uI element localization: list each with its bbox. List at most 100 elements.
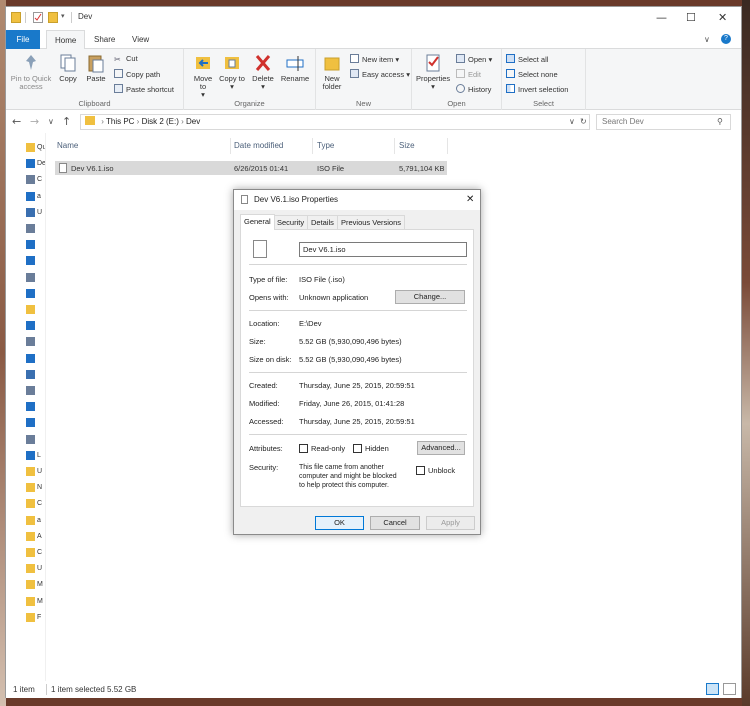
tab-general[interactable]: General bbox=[240, 214, 275, 230]
move-to-button[interactable]: Move to ▾ bbox=[190, 53, 216, 99]
nav-item-icon[interactable] bbox=[26, 305, 35, 314]
nav-item-icon[interactable] bbox=[26, 191, 35, 201]
nav-item-icon[interactable] bbox=[26, 288, 35, 298]
column-type[interactable]: Type bbox=[317, 141, 334, 150]
scissors-icon: ✂ bbox=[114, 55, 121, 64]
readonly-checkbox[interactable] bbox=[299, 444, 308, 453]
nav-item-icon[interactable] bbox=[26, 467, 35, 476]
properties-button[interactable]: Properties ▾ bbox=[416, 53, 450, 91]
filename-field[interactable]: Dev V6.1.iso bbox=[299, 242, 467, 257]
nav-item-icon[interactable] bbox=[26, 337, 35, 347]
nav-item-icon[interactable] bbox=[26, 434, 35, 444]
select-none-button[interactable]: Select none bbox=[506, 69, 558, 79]
edit-button[interactable]: Edit bbox=[456, 69, 481, 79]
nav-item-icon[interactable] bbox=[26, 499, 35, 509]
breadcrumb-dev[interactable]: Dev bbox=[186, 117, 200, 126]
address-bar[interactable]: › This PC › Disk 2 (E:) › Dev ∨ ↻ bbox=[80, 114, 590, 130]
cut-button[interactable]: ✂ Cut bbox=[114, 54, 138, 64]
close-icon[interactable]: ✕ bbox=[466, 190, 474, 210]
customize-toolbar-icon[interactable]: ▾ bbox=[61, 12, 71, 23]
change-button[interactable]: Change... bbox=[395, 290, 465, 304]
tab-share[interactable]: Share bbox=[86, 30, 123, 49]
breadcrumb-this-pc[interactable]: This PC bbox=[106, 117, 134, 126]
nav-item-icon[interactable] bbox=[26, 402, 35, 412]
nav-item-icon[interactable] bbox=[26, 256, 35, 266]
apply-button[interactable]: Apply bbox=[426, 516, 475, 530]
hidden-checkbox[interactable] bbox=[353, 444, 362, 453]
tab-file[interactable]: File bbox=[6, 30, 40, 49]
delete-button[interactable]: Delete ▾ bbox=[250, 53, 276, 91]
minimize-button[interactable]: — bbox=[656, 11, 667, 24]
rename-button[interactable]: Rename bbox=[280, 53, 310, 83]
tab-view[interactable]: View bbox=[124, 30, 157, 49]
address-dropdown-icon[interactable]: ∨ bbox=[569, 115, 575, 129]
nav-item-icon[interactable] bbox=[26, 483, 35, 493]
paste-shortcut-button[interactable]: Paste shortcut bbox=[114, 84, 174, 94]
table-row[interactable]: Dev V6.1.iso 6/26/2015 01:41 ISO File 5,… bbox=[55, 161, 447, 175]
collapse-ribbon-icon[interactable]: ∨ bbox=[704, 35, 710, 44]
nav-item-icon[interactable] bbox=[26, 240, 35, 250]
nav-item-icon[interactable] bbox=[26, 159, 35, 169]
new-item-button[interactable]: New item ▾ bbox=[350, 54, 399, 64]
up-arrow-icon[interactable]: ↑ bbox=[62, 115, 71, 128]
cancel-button[interactable]: Cancel bbox=[370, 516, 420, 530]
nav-item-icon[interactable] bbox=[26, 143, 35, 152]
maximize-button[interactable]: ☐ bbox=[686, 11, 696, 24]
nav-item-icon[interactable] bbox=[26, 418, 35, 428]
nav-item-icon[interactable] bbox=[26, 531, 35, 541]
recent-locations-icon[interactable]: ∨ bbox=[48, 117, 54, 126]
nav-item-icon[interactable] bbox=[26, 564, 35, 574]
paste-button[interactable]: Paste bbox=[84, 53, 108, 83]
breadcrumb-disk[interactable]: Disk 2 (E:) bbox=[142, 117, 179, 126]
nav-item-icon[interactable] bbox=[26, 369, 35, 379]
large-icons-view-icon[interactable] bbox=[723, 683, 736, 695]
nav-item-icon[interactable] bbox=[26, 450, 35, 460]
nav-item-icon[interactable] bbox=[26, 386, 35, 395]
refresh-icon[interactable]: ↻ bbox=[580, 115, 587, 129]
pin-quick-access-button[interactable]: Pin to Quick access bbox=[8, 53, 54, 91]
nav-item-icon[interactable] bbox=[26, 207, 35, 217]
nav-item-icon[interactable] bbox=[26, 548, 35, 557]
easy-access-button[interactable]: Easy access ▾ bbox=[350, 69, 410, 79]
ok-button[interactable]: OK bbox=[315, 516, 364, 530]
column-date-modified[interactable]: Date modified bbox=[234, 141, 283, 150]
details-view-icon[interactable] bbox=[706, 683, 719, 695]
advanced-button[interactable]: Advanced... bbox=[417, 441, 465, 455]
divider bbox=[249, 310, 467, 311]
nav-item-icon[interactable] bbox=[26, 224, 35, 233]
nav-item-icon[interactable] bbox=[26, 272, 35, 282]
nav-item-icon[interactable] bbox=[26, 596, 35, 606]
nav-item-icon[interactable] bbox=[26, 580, 35, 590]
copy-button[interactable]: Copy bbox=[56, 53, 80, 83]
close-button[interactable]: ✕ bbox=[718, 11, 727, 24]
properties-quick-icon[interactable] bbox=[33, 12, 43, 23]
forward-arrow-icon[interactable]: → bbox=[30, 115, 39, 128]
nav-item-icon[interactable] bbox=[26, 612, 35, 622]
help-icon[interactable]: ? bbox=[721, 34, 731, 44]
tab-security[interactable]: Security bbox=[273, 215, 309, 229]
general-panel: Dev V6.1.iso Type of file: ISO File (.is… bbox=[240, 229, 474, 507]
copy-path-icon bbox=[114, 69, 123, 78]
invert-selection-button[interactable]: Invert selection bbox=[506, 84, 568, 94]
nav-item-icon[interactable] bbox=[26, 175, 35, 185]
select-all-button[interactable]: Select all bbox=[506, 54, 548, 64]
new-folder-quick-icon[interactable] bbox=[48, 12, 58, 23]
open-button[interactable]: Open ▾ bbox=[456, 54, 492, 64]
copy-path-button[interactable]: Copy path bbox=[114, 69, 160, 79]
copy-to-button[interactable]: Copy to ▾ bbox=[219, 53, 245, 91]
tab-home[interactable]: Home bbox=[46, 30, 86, 50]
tab-details[interactable]: Details bbox=[307, 215, 338, 229]
title-bar: ▾ Dev — ☐ ✕ bbox=[6, 7, 741, 30]
divider bbox=[249, 264, 467, 265]
column-name[interactable]: Name bbox=[57, 141, 78, 150]
unblock-checkbox[interactable] bbox=[416, 466, 425, 475]
column-size[interactable]: Size bbox=[399, 141, 415, 150]
nav-item-icon[interactable] bbox=[26, 515, 35, 525]
new-folder-button[interactable]: New folder bbox=[319, 53, 345, 91]
back-arrow-icon[interactable]: ← bbox=[12, 115, 21, 128]
nav-item-icon[interactable] bbox=[26, 353, 35, 363]
tab-previous-versions[interactable]: Previous Versions bbox=[337, 215, 406, 229]
search-input[interactable]: Search Dev ⚲ bbox=[596, 114, 731, 130]
history-button[interactable]: History bbox=[456, 84, 491, 94]
nav-item-icon[interactable] bbox=[26, 321, 35, 331]
